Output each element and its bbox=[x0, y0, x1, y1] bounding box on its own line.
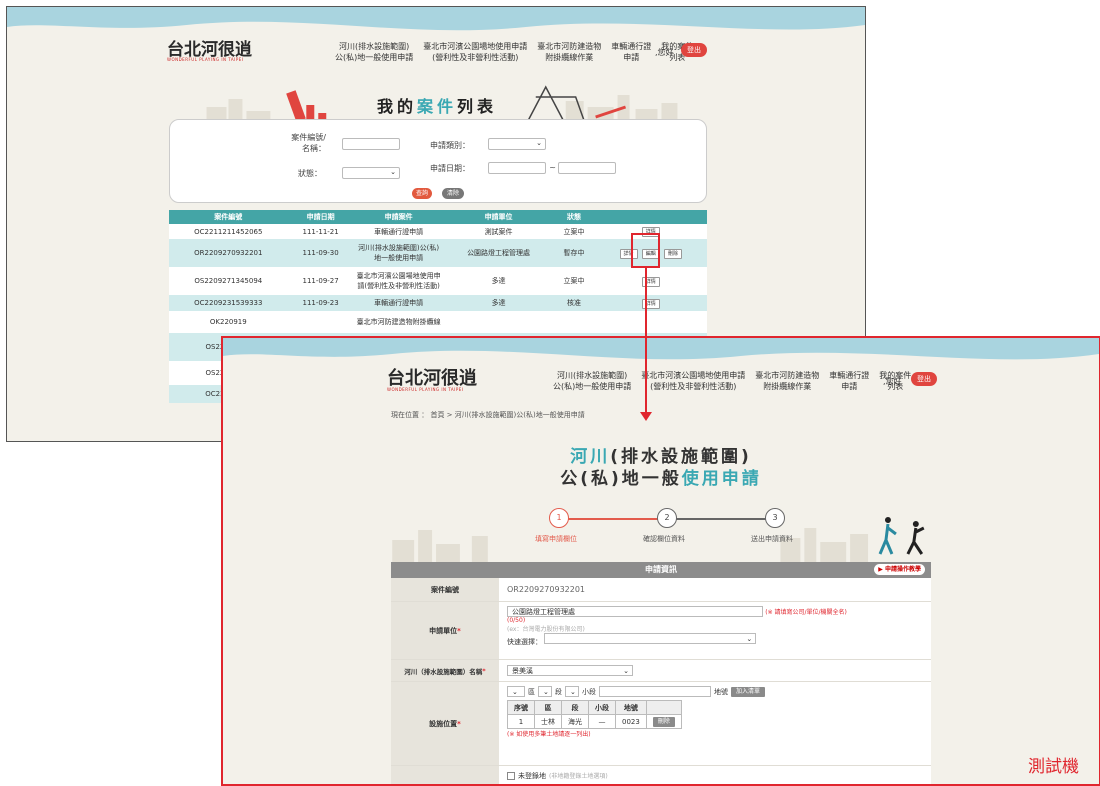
chevron-down-icon: ⌄ bbox=[536, 139, 542, 147]
unit-row: 申請單位 * 公園路燈工程管理處 (※ 請填寫公司/單位/機關全名) (0/50)… bbox=[391, 602, 931, 660]
case-no-value: OR2209270932201 bbox=[507, 585, 586, 594]
unit-char-count: (0/50) bbox=[507, 617, 526, 624]
logo-subtitle: WONDERFUL PLAYING IN TAIPEI bbox=[387, 387, 464, 392]
site-header: 台北河很逍 WONDERFUL PLAYING IN TAIPEI 河川(排水設… bbox=[223, 354, 1099, 412]
site-header: 台北河很逍 WONDERFUL PLAYING IN TAIPEI 河川(排水設… bbox=[7, 25, 865, 83]
section-header: 申請資訊 ▶ 申請操作教學 bbox=[391, 562, 931, 578]
date-separator: ~ bbox=[549, 163, 556, 172]
table-row: OS2209271345094 111-09-27 臺北市河濱公園場地使用申請(… bbox=[169, 267, 707, 295]
query-button[interactable]: 查詢 bbox=[412, 188, 432, 199]
delete-button[interactable]: 刪除 bbox=[664, 248, 683, 259]
step-1-label: 填寫申請欄位 bbox=[535, 535, 577, 543]
date-label: 申請日期： bbox=[430, 164, 470, 173]
table-row: OK220919 臺北市河防建造物附掛纜線 bbox=[169, 311, 707, 333]
logout-button[interactable]: 登出 bbox=[681, 43, 707, 57]
test-environment-label: 測試機 bbox=[1028, 757, 1079, 777]
unit-hint: (※ 請填寫公司/單位/機關全名) bbox=[765, 609, 847, 616]
add-to-list-button[interactable]: 加入清單 bbox=[731, 686, 766, 697]
col-date: 申請日期 bbox=[287, 210, 354, 224]
step-2-circle: 2 bbox=[657, 508, 677, 528]
nav-vehicle-pass[interactable]: 車輛通行證 申請 bbox=[611, 41, 651, 63]
district-select[interactable]: ⌄ bbox=[507, 686, 525, 697]
type-select[interactable]: ⌄ bbox=[488, 138, 546, 150]
nav-cable-attachment[interactable]: 臺北市河防建造物 附掛纜線作業 bbox=[537, 41, 601, 63]
subsection-select[interactable]: ⌄ bbox=[565, 686, 579, 697]
river-label: 河川（排水設施範圍）名稱 * bbox=[391, 660, 499, 681]
date-start-input[interactable] bbox=[488, 162, 546, 174]
step-1-circle: 1 bbox=[549, 508, 569, 528]
unregistered-checkbox[interactable] bbox=[507, 771, 515, 780]
youtube-icon: ▶ bbox=[878, 566, 883, 573]
table-row: OC2209231539333 111-09-23 車輛通行證申請 多達 核准 … bbox=[169, 295, 707, 311]
chevron-down-icon: ⌄ bbox=[746, 635, 753, 643]
parcel-table: 序號 區 段 小段 地號 1 士林 海光 — 0023 刪除 bbox=[507, 700, 682, 729]
step-connector-2 bbox=[667, 518, 775, 520]
nav-cable-attachment[interactable]: 臺北市河防建造物 附掛纜線作業 bbox=[755, 370, 819, 392]
quick-select-dropdown[interactable]: ⌄ bbox=[544, 633, 757, 644]
nav-river-land-use[interactable]: 河川(排水設施範圍) 公(私)地一般使用申請 bbox=[553, 370, 631, 392]
application-form: 申請資訊 ▶ 申請操作教學 案件編號 OR2209270932201 申請單位 *… bbox=[391, 562, 931, 784]
edit-button-highlight bbox=[631, 233, 660, 268]
case-no-input[interactable] bbox=[342, 138, 400, 150]
unregistered-row: 未登錄地 (非地籍登錄土地選項) bbox=[391, 766, 931, 784]
unit-example: (ex：台灣電力股份有限公司) bbox=[507, 626, 585, 633]
river-select[interactable]: 景美溪 ⌄ bbox=[507, 665, 633, 676]
status-select[interactable]: ⌄ bbox=[342, 167, 400, 179]
multi-parcel-hint: (※ 如使用多筆土地請逐一列出) bbox=[507, 731, 591, 738]
search-panel: 案件編號/名稱： 申請類別： ⌄ 狀態： ⌄ 申請日期： ~ 查詢 清除 bbox=[169, 119, 707, 203]
location-label: 設施位置 * bbox=[391, 682, 499, 765]
table-row: 1 士林 海光 — 0023 刪除 bbox=[507, 714, 682, 729]
case-no-label: 案件編號 bbox=[391, 578, 499, 601]
annotation-arrow-line bbox=[645, 336, 647, 416]
case-no-row: 案件編號 OR2209270932201 bbox=[391, 578, 931, 602]
chevron-down-icon: ⌄ bbox=[390, 168, 396, 176]
date-end-input[interactable] bbox=[558, 162, 616, 174]
greeting: ,您好 bbox=[655, 48, 674, 57]
nav-vehicle-pass[interactable]: 車輛通行證 申請 bbox=[829, 370, 869, 392]
logout-button[interactable]: 登出 bbox=[911, 372, 937, 386]
type-label: 申請類別： bbox=[430, 141, 470, 150]
chevron-down-icon: ⌄ bbox=[623, 667, 629, 675]
step-3-circle: 3 bbox=[765, 508, 785, 528]
table-row: OC2211211452065 111-11-21 車輛通行證申請 測試案件 立… bbox=[169, 224, 707, 239]
unit-input[interactable]: 公園路燈工程管理處 bbox=[507, 606, 763, 617]
col-actions bbox=[594, 210, 707, 224]
annotation-arrow-head bbox=[640, 412, 652, 421]
section-select[interactable]: ⌄ bbox=[538, 686, 552, 697]
form-title-line2: 公(私)地一般使用申請 bbox=[560, 469, 762, 489]
unit-label: 申請單位 * bbox=[391, 602, 499, 659]
nav-riverside-park[interactable]: 臺北市河濱公園場地使用申請 (營利性及非營利性活動) bbox=[423, 41, 527, 63]
main-nav: 河川(排水設施範圍) 公(私)地一般使用申請 臺北市河濱公園場地使用申請 (營利性及… bbox=[553, 370, 911, 392]
river-row: 河川（排水設施範圍）名稱 * 景美溪 ⌄ bbox=[391, 660, 931, 682]
parcel-input[interactable] bbox=[599, 686, 711, 697]
step-connector-1 bbox=[559, 518, 667, 520]
location-row: 設施位置* ⌄區 ⌄段 ⌄小段 地號 加入清單 序號 區 段 小段 地號 bbox=[391, 682, 931, 766]
tutorial-button[interactable]: ▶ 申請操作教學 bbox=[874, 564, 925, 575]
main-nav: 河川(排水設施範圍) 公(私)地一般使用申請 臺北市河濱公園場地使用申請 (營利性及… bbox=[335, 41, 693, 63]
breadcrumb: 現在位置 ： 首頁 > 河川(排水設施範圍)公(私)地一般使用申請 bbox=[391, 411, 585, 419]
nav-riverside-park[interactable]: 臺北市河濱公園場地使用申請 (營利性及非營利性活動) bbox=[641, 370, 745, 392]
case-no-label: 案件編號/名稱： bbox=[291, 133, 326, 153]
list-page-title: 我的案件列表 bbox=[377, 97, 498, 116]
col-unit: 申請單位 bbox=[443, 210, 554, 224]
quick-select-label: 快速選擇： bbox=[507, 638, 542, 646]
application-form-screenshot: 台北河很逍 WONDERFUL PLAYING IN TAIPEI 河川(排水設… bbox=[221, 336, 1100, 786]
step-2-label: 確認欄位資料 bbox=[643, 535, 685, 543]
col-status: 狀態 bbox=[553, 210, 595, 224]
table-row: OR2209270932201 111-09-30 河川(排水設施範圍)公(私)… bbox=[169, 239, 707, 267]
col-case: 申請案件 bbox=[353, 210, 444, 224]
greeting: ,您好 bbox=[883, 377, 902, 386]
col-case-no: 案件編號 bbox=[169, 210, 288, 224]
clear-button[interactable]: 清除 bbox=[442, 188, 464, 199]
status-label: 狀態： bbox=[298, 169, 322, 178]
delete-parcel-button[interactable]: 刪除 bbox=[652, 716, 675, 727]
logo-subtitle: WONDERFUL PLAYING IN TAIPEI bbox=[167, 57, 244, 62]
nav-river-land-use[interactable]: 河川(排水設施範圍) 公(私)地一般使用申請 bbox=[335, 41, 413, 63]
step-3-label: 送出申請資料 bbox=[751, 535, 793, 543]
